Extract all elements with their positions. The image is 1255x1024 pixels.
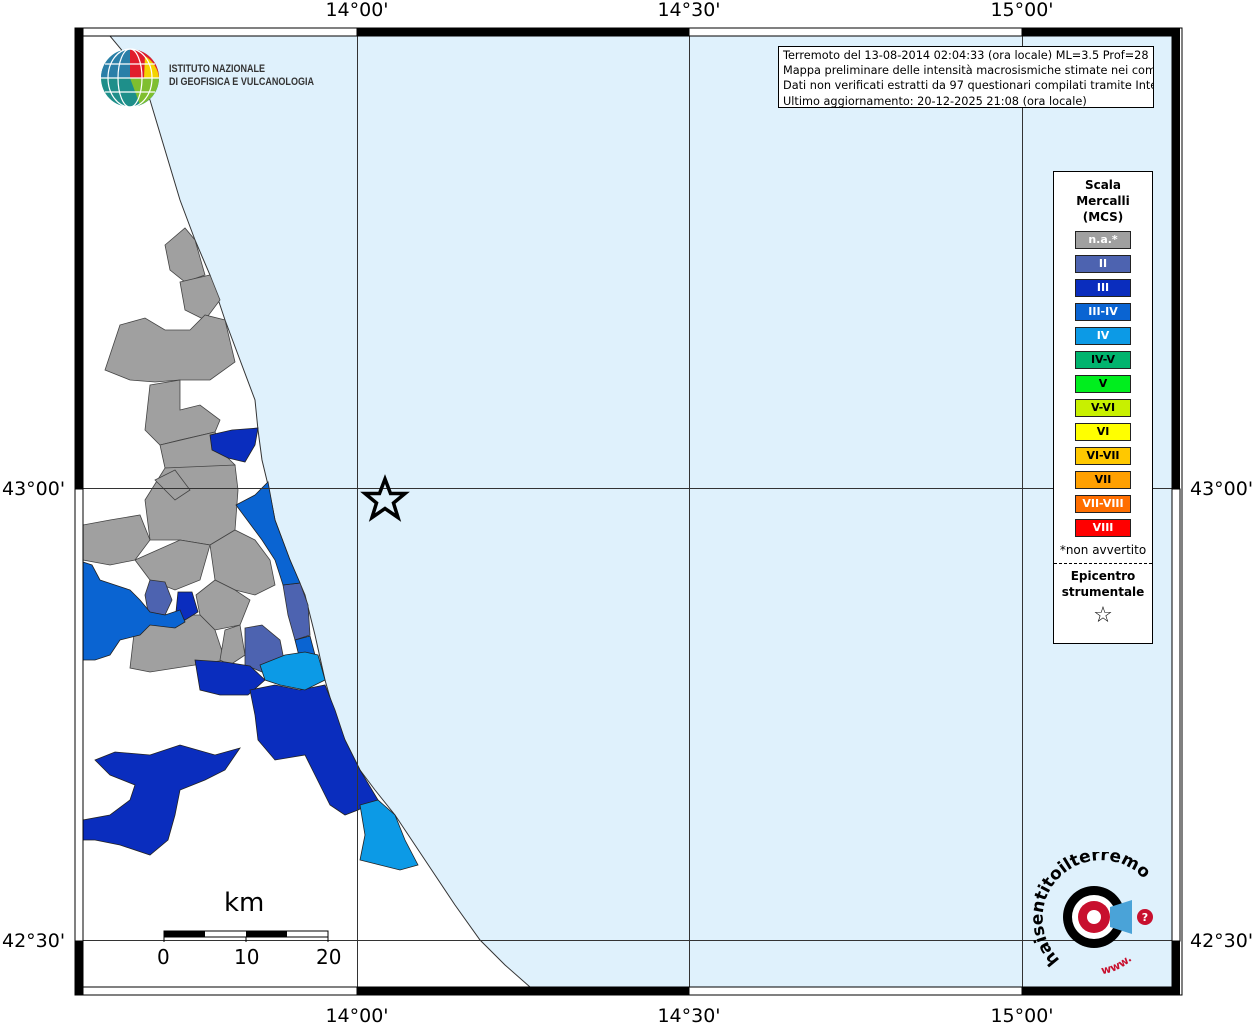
lon-tick-bottom-3: 15°00'	[990, 1005, 1053, 1024]
legend-item: VII-VIII	[1075, 495, 1131, 513]
svg-text:?: ?	[1142, 911, 1148, 924]
lon-tick-top-3: 15°00'	[990, 0, 1053, 21]
scale-label-0: 0	[157, 945, 170, 969]
lat-tick-left-1: 43°00'	[2, 478, 65, 500]
legend-item: V	[1075, 375, 1131, 393]
scale-label-20: 20	[316, 945, 342, 969]
haisentito-logo: haisentitoilterremoto.it www. ?	[1032, 852, 1154, 977]
legend-separator	[1054, 563, 1152, 564]
legend-item: VII	[1075, 471, 1131, 489]
legend-item: V-VI	[1075, 399, 1131, 417]
legend-item: III-IV	[1075, 303, 1131, 321]
svg-text:www.: www.	[1100, 952, 1134, 977]
legend-items: n.a.* II III III-IV IV IV-V V V-VI VI VI-VII VII VI…	[1054, 231, 1152, 537]
ingv-logo: ISTITUTO NAZIONALE DI GEOFISICA E VULCAN…	[100, 48, 320, 110]
haisentito-url: www.	[1100, 952, 1134, 977]
globe-icon	[101, 48, 159, 108]
legend-epicenter-line-1: Epicentro	[1070, 569, 1136, 583]
lat-tick-right-1: 43°00'	[1190, 478, 1253, 500]
event-info-line-3: Dati non verificati estratti da 97 quest…	[783, 79, 1154, 93]
logo-line-2: DI GEOFISICA E VULCANOLOGIA	[169, 76, 314, 88]
lon-tick-top-1: 14°00'	[325, 0, 388, 21]
scale-label-10: 10	[234, 945, 260, 969]
legend-star-icon: ☆	[1093, 603, 1113, 628]
legend-item: VIII	[1075, 519, 1131, 537]
legend-title-line-3: (MCS)	[1082, 210, 1124, 224]
legend-item: IV	[1075, 327, 1131, 345]
lat-tick-left-2: 42°30'	[2, 930, 65, 952]
legend-item: VI	[1075, 423, 1131, 441]
legend-item: II	[1075, 255, 1131, 273]
legend-item: III	[1075, 279, 1131, 297]
event-info-line-1: Terremoto del 13-08-2014 02:04:33 (ora l…	[783, 49, 1154, 62]
lon-tick-top-2: 14°30'	[657, 0, 720, 21]
legend-item: IV-V	[1075, 351, 1131, 369]
legend-title-line-1: Scala	[1084, 178, 1122, 192]
intensity-legend: Scala Mercalli (MCS) n.a.* II III III-IV IV I…	[1053, 171, 1153, 644]
lat-tick-right-2: 42°30'	[1190, 930, 1253, 952]
scale-unit: km	[224, 888, 265, 918]
lon-tick-bottom-2: 14°30'	[657, 1005, 720, 1024]
event-info-line-4: Ultimo aggiornamento: 20-12-2025 21:08 (…	[783, 94, 1087, 108]
event-info-box: Terremoto del 13-08-2014 02:04:33 (ora l…	[778, 46, 1154, 108]
legend-note: *non avvertito	[1059, 543, 1147, 557]
legend-title-line-2: Mercalli	[1076, 194, 1130, 208]
legend-item: VI-VII	[1075, 447, 1131, 465]
event-info-line-2: Mappa preliminare delle intensità macros…	[783, 64, 1154, 78]
logo-line-1: ISTITUTO NAZIONALE	[169, 63, 266, 75]
legend-item: n.a.*	[1075, 231, 1131, 249]
legend-epicenter-line-2: strumentale	[1061, 585, 1145, 599]
lon-tick-bottom-1: 14°00'	[325, 1005, 388, 1024]
